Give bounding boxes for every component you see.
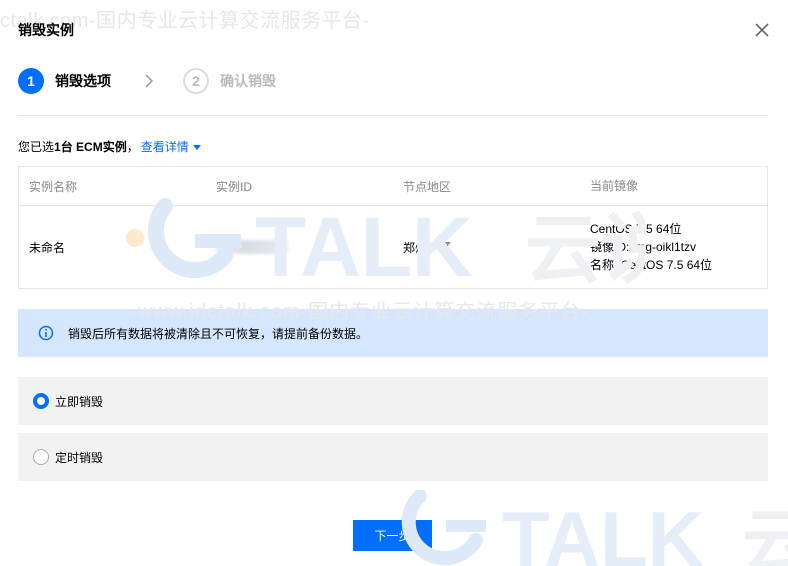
chevron-right-icon: [145, 74, 154, 88]
watermark-dash-bottom: [446, 520, 486, 532]
view-details-link[interactable]: 查看详情: [141, 138, 189, 155]
header-region: 节点地区: [403, 179, 452, 194]
header-instance-id: 实例ID: [216, 179, 253, 194]
table-row: 未命名 郑州一区 CentOS 7.5 64位 镜像ID: img-oikl1t…: [19, 206, 767, 288]
image-os: CentOS 7.5 64位: [590, 222, 682, 236]
summary-prefix: 您已选: [18, 140, 55, 154]
step-1-number: 1: [18, 68, 44, 94]
cell-image: CentOS 7.5 64位 镜像ID: img-oikl1tzv 名称: Ce…: [580, 220, 767, 274]
step-2-number: 2: [183, 68, 209, 94]
warning-alert: 销毁后所有数据将被清除且不可恢复，请提前备份数据。: [18, 309, 768, 357]
header-instance-name: 实例名称: [29, 179, 78, 194]
image-name: 名称: CentOS 7.5 64位: [590, 258, 713, 272]
radio-destroy-now[interactable]: [33, 393, 49, 409]
image-id: 镜像ID: img-oikl1tzv: [590, 240, 697, 254]
instance-table: 实例名称 实例ID 节点地区 当前镜像 未命名 郑州一区 CentOS 7.5 …: [18, 166, 768, 289]
selection-summary: 您已选 1台 ECM实例 ， 查看详情: [18, 138, 201, 155]
stepper: 1 销毁选项 2 确认销毁: [18, 68, 276, 94]
summary-count: 1台 ECM实例: [54, 140, 127, 154]
cell-instance-id: [206, 240, 393, 254]
watermark-logo-bottom: TALK 云说: [401, 490, 788, 566]
dialog-title: 销毁实例: [18, 22, 74, 38]
watermark-logo-cn-bottom: 云说: [742, 501, 788, 566]
table-header: 实例名称 实例ID 节点地区 当前镜像: [19, 167, 767, 206]
caret-down-icon[interactable]: [192, 143, 201, 151]
alert-text: 销毁后所有数据将被清除且不可恢复，请提前备份数据。: [68, 326, 369, 341]
option-scheduled-destroy[interactable]: 定时销毁: [18, 433, 768, 481]
option-destroy-now-label: 立即销毁: [55, 394, 104, 409]
watermark-logo-text-bottom: TALK: [502, 495, 704, 566]
header-divider: [18, 115, 768, 116]
step-2-label: 确认销毁: [220, 73, 276, 89]
option-scheduled-destroy-label: 定时销毁: [55, 450, 104, 465]
header-image: 当前镜像: [590, 179, 639, 193]
close-icon[interactable]: [752, 20, 772, 40]
radio-scheduled-destroy[interactable]: [33, 449, 49, 465]
cell-instance-name: 未命名: [29, 240, 66, 255]
step-1-label: 销毁选项: [55, 73, 111, 89]
next-step-button[interactable]: 下一步: [353, 520, 432, 551]
redacted-instance-id: [216, 240, 288, 254]
option-destroy-now[interactable]: 立即销毁: [18, 377, 768, 425]
info-icon: [38, 325, 54, 341]
summary-comma: ，: [126, 140, 139, 154]
cell-region: 郑州一区: [403, 240, 452, 255]
